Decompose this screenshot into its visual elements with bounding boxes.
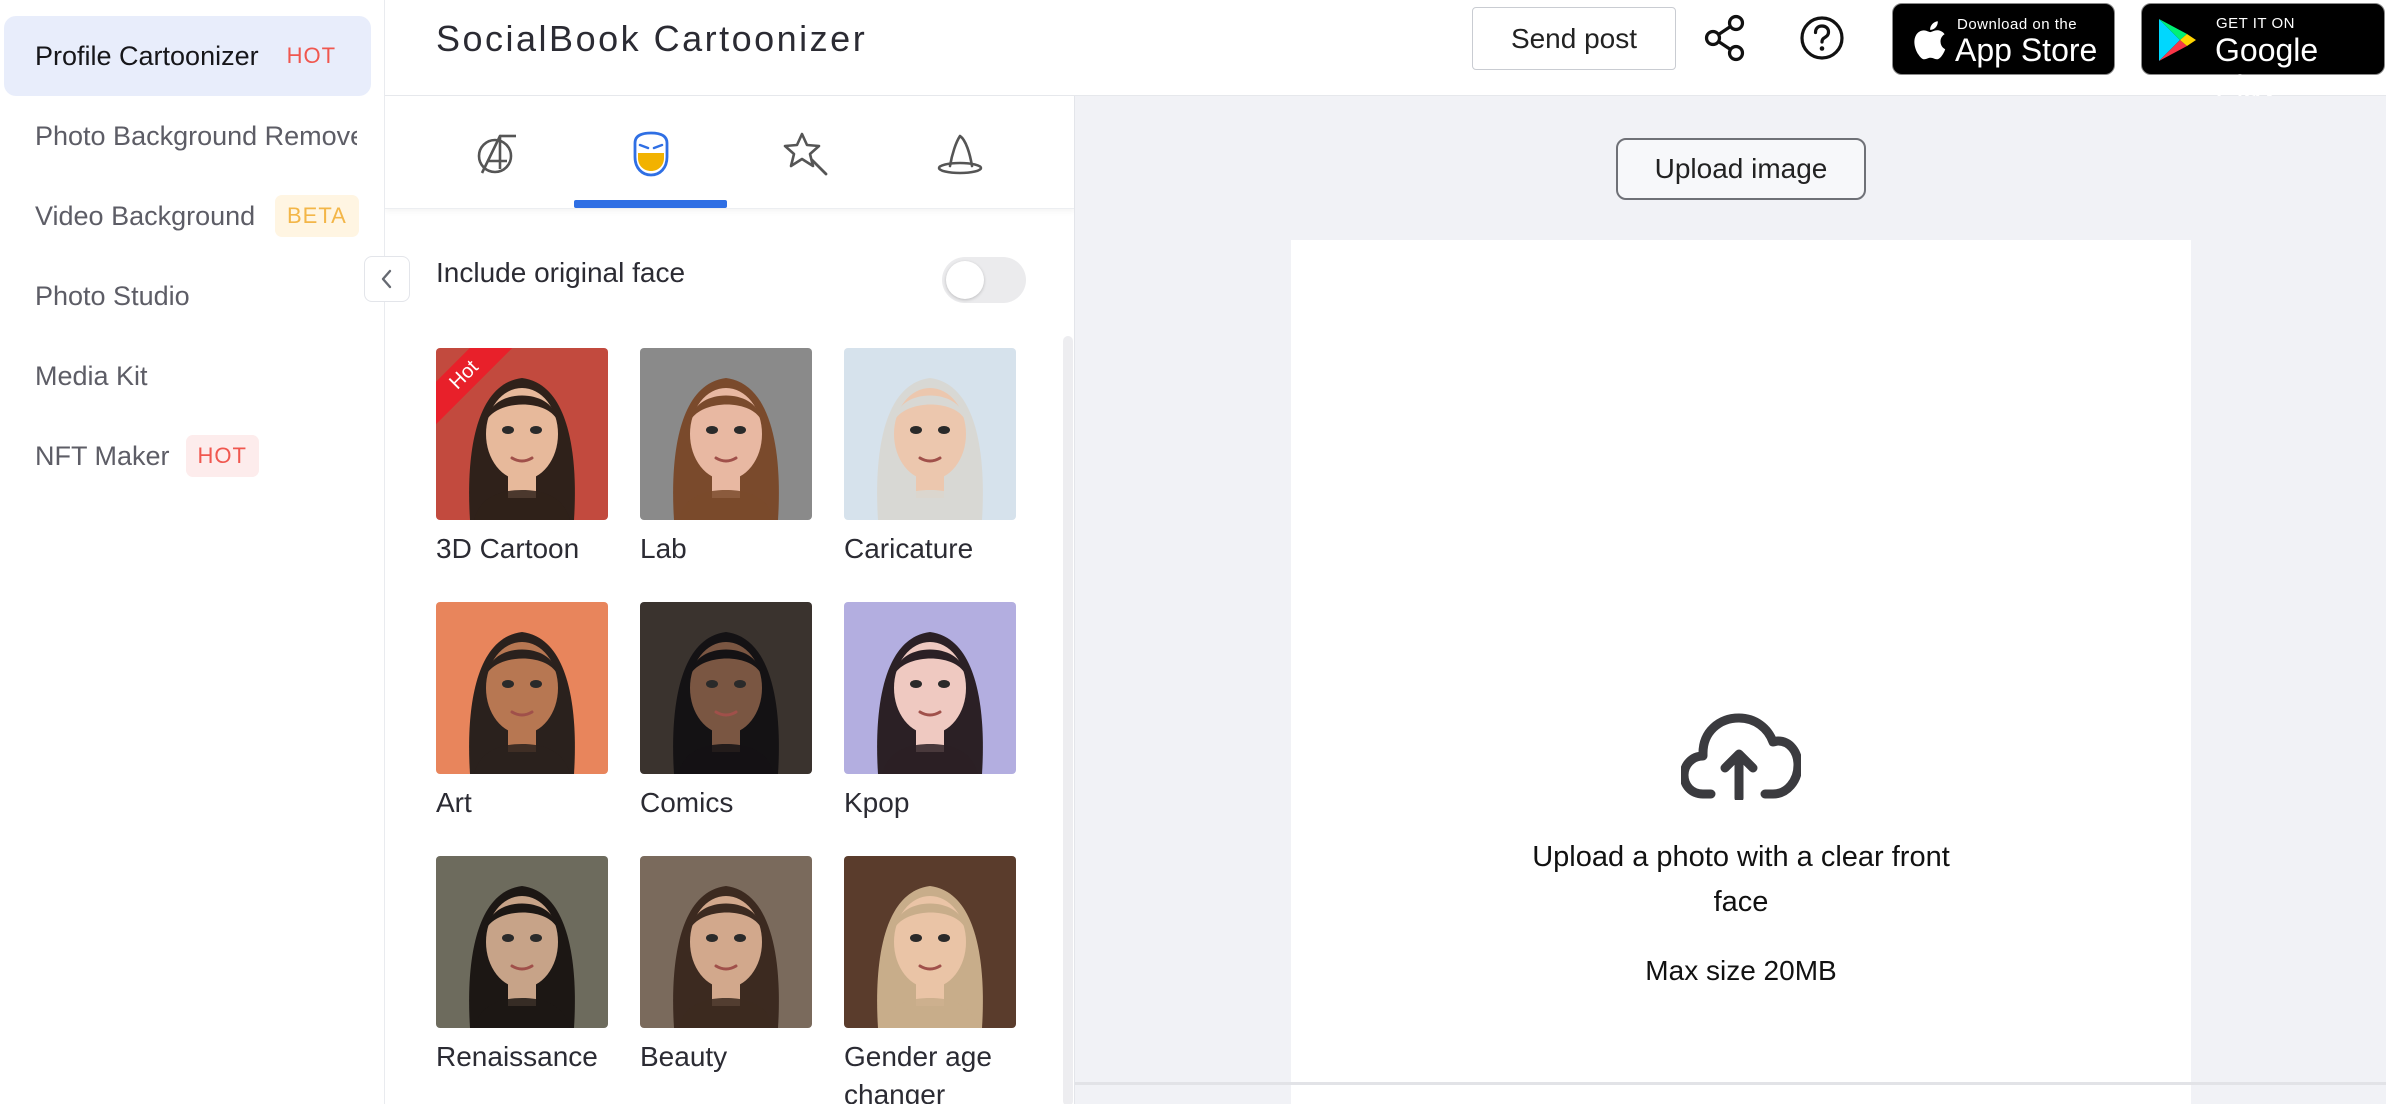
tab-avengers[interactable] <box>467 124 527 184</box>
sidebar-item-video-background-remover[interactable]: Video Background Remover BETA <box>4 176 371 256</box>
style-card[interactable]: Comics <box>640 602 812 822</box>
share-icon[interactable] <box>1703 14 1749 62</box>
include-original-face-label: Include original face <box>436 257 686 288</box>
magic-star-icon <box>783 132 828 176</box>
app-store-big-text: App Store <box>1955 32 2098 68</box>
style-label: Kpop <box>844 787 910 818</box>
style-card[interactable]: Gender age changer <box>844 856 1016 1104</box>
cloud-upload-icon <box>1681 713 1801 800</box>
sidebar-item-photo-background-remover[interactable]: Photo Background Remover <box>4 96 371 176</box>
upload-image-button[interactable]: Upload image <box>1616 138 1866 200</box>
style-label: Art <box>436 787 472 818</box>
style-label: Caricature <box>844 533 974 564</box>
sidebar-item-label: Photo Background Remover <box>35 120 357 151</box>
style-thumbnail: Hot <box>436 348 608 520</box>
hot-badge: HOT <box>185 435 259 477</box>
style-thumbnail <box>640 856 812 1028</box>
google-play-small-text: GET IT ON <box>2216 15 2295 32</box>
style-thumbnail <box>844 348 1016 520</box>
max-size-text: Max size 20MB <box>1645 955 1837 986</box>
send-post-button[interactable]: Send post <box>1472 7 1676 70</box>
sidebar-item-profile-cartoonizer[interactable]: Profile Cartoonizer HOT <box>4 16 371 96</box>
upload-dropzone[interactable]: Upload a photo with a clear front face M… <box>1291 240 2191 1104</box>
sidebar-item-photo-studio[interactable]: Photo Studio <box>4 256 371 336</box>
style-thumbnail <box>640 602 812 774</box>
apple-logo-icon <box>1914 21 1946 60</box>
sidebar-item-label: Video Background Remover <box>35 200 259 231</box>
witch-hat-icon <box>937 134 983 175</box>
style-label: Lab <box>640 533 687 564</box>
google-play-logo-icon <box>2159 19 2196 61</box>
tab-magic[interactable] <box>776 124 836 184</box>
help-icon[interactable] <box>1799 15 1845 61</box>
collapse-sidebar-button[interactable] <box>364 256 410 302</box>
sidebar-item-label: NFT Maker <box>35 440 170 471</box>
page-title: SocialBook Cartoonizer <box>436 18 868 59</box>
active-tab-indicator <box>574 200 727 208</box>
tab-superhero[interactable] <box>621 124 681 184</box>
style-thumbnail <box>436 602 608 774</box>
sidebar-item-label: Profile Cartoonizer <box>35 40 259 71</box>
style-card[interactable]: Lab <box>640 348 812 568</box>
style-thumbnail <box>844 856 1016 1028</box>
toggle-knob <box>946 261 984 299</box>
panel-scrollbar[interactable] <box>1063 336 1073 1104</box>
workspace: Upload image Upload a photo with a clear… <box>1075 96 2386 1104</box>
style-thumbnail <box>844 602 1016 774</box>
style-card[interactable]: Caricature <box>844 348 1016 568</box>
sidebar-item-nft-maker[interactable]: NFT Maker HOT <box>4 416 371 496</box>
upload-hint-text: Upload a photo with a clear front face <box>1532 841 1950 918</box>
app-store-small-text: Download on the <box>1957 16 2078 33</box>
style-thumbnail <box>640 348 812 520</box>
style-panel: Include original face Hot 3D Cartoon Lab Ca… <box>385 96 1075 1104</box>
style-thumbnail <box>436 856 608 1028</box>
sidebar-item-media-kit[interactable]: Media Kit <box>4 336 371 416</box>
google-play-button[interactable]: GET IT ON Google Play <box>2141 3 2385 105</box>
beta-badge: BETA <box>275 195 359 237</box>
style-label: Beauty <box>640 1041 728 1072</box>
tab-witch[interactable] <box>930 124 990 184</box>
style-category-tabs <box>385 96 1074 209</box>
avengers-icon <box>477 134 516 174</box>
style-card[interactable]: Art <box>436 602 608 822</box>
workspace-bottom-divider <box>1075 1082 2386 1085</box>
style-card[interactable]: Renaissance <box>436 856 608 1076</box>
style-card[interactable]: Hot 3D Cartoon <box>436 348 608 568</box>
superhero-mask-icon <box>633 131 669 177</box>
top-header: SocialBook Cartoonizer Send post Downloa… <box>385 0 2386 105</box>
style-label: Renaissance <box>436 1041 598 1072</box>
style-card[interactable]: Beauty <box>640 856 812 1076</box>
style-card[interactable]: Kpop <box>844 602 1016 822</box>
sidebar: Profile Cartoonizer HOT Photo Background… <box>0 0 385 1104</box>
style-label: 3D Cartoon <box>436 533 580 564</box>
sidebar-item-label: Photo Studio <box>35 280 190 311</box>
style-label: Gender age changer <box>844 1041 992 1104</box>
include-original-face-toggle[interactable] <box>942 257 1026 303</box>
hot-badge: HOT <box>286 43 337 68</box>
sidebar-item-label: Media Kit <box>35 360 148 391</box>
style-label: Comics <box>640 787 734 818</box>
app-store-button[interactable]: Download on the App Store <box>1892 3 2115 75</box>
chevron-left-icon <box>381 269 392 289</box>
google-play-big-text: Google Play <box>2215 32 2319 105</box>
